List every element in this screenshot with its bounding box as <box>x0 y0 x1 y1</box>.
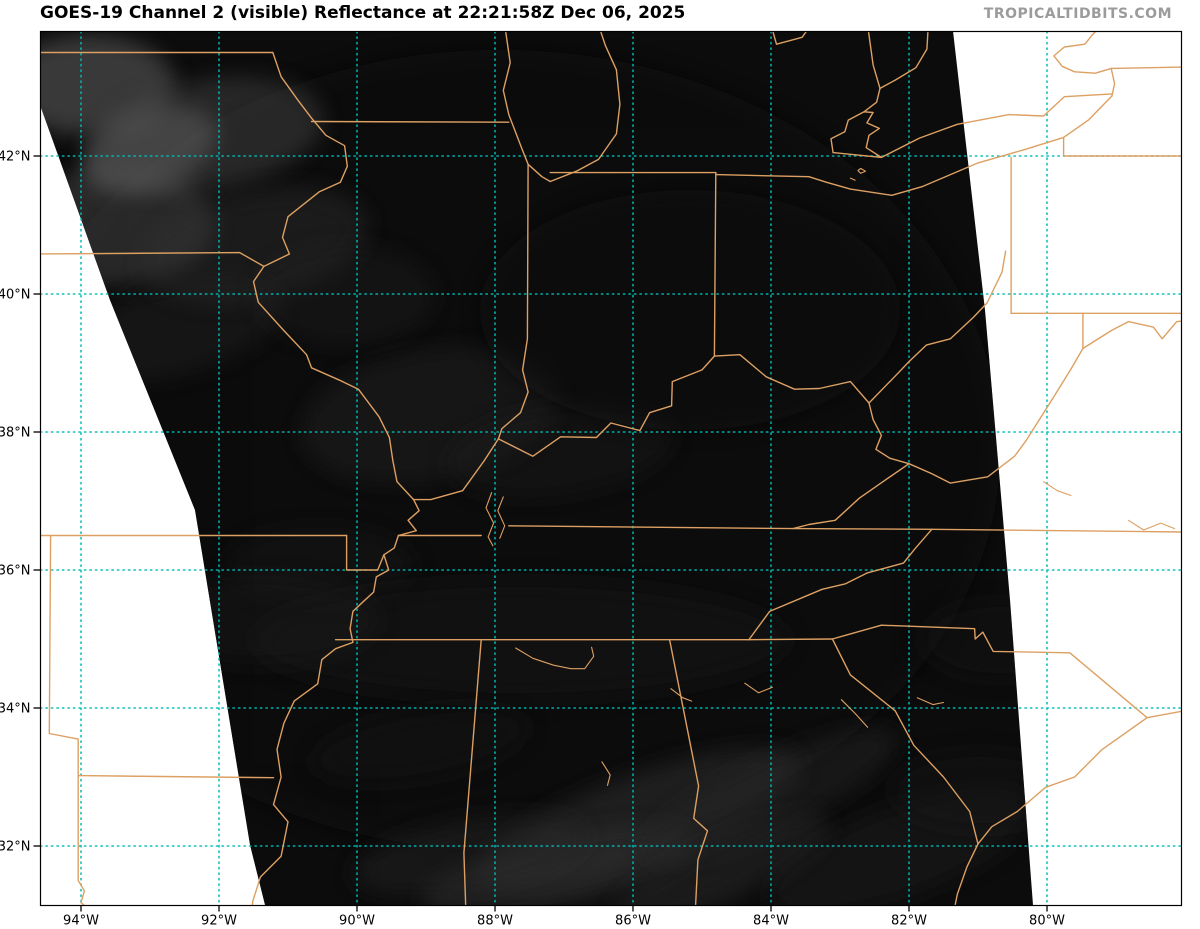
border-new-york-pennsylvania <box>1064 137 1200 156</box>
border-kerr-lake <box>1128 520 1174 530</box>
border-potomac-wv-md <box>1083 313 1193 348</box>
lat-tick-label-38°N: 38°N <box>0 426 31 441</box>
lon-tick-label-90°W: 90°W <box>339 914 375 929</box>
lat-tick-label-32°N: 32°N <box>0 840 31 855</box>
lat-tick-label-34°N: 34°N <box>0 702 31 717</box>
cloud <box>255 245 435 345</box>
lon-tick-label-92°W: 92°W <box>201 914 237 929</box>
lon-tick-label-84°W: 84°W <box>753 914 789 929</box>
goes-satellite-view: GOES-19 Channel 2 (visible) Reflectance … <box>0 0 1200 929</box>
border-niagara-river <box>1111 68 1114 96</box>
border-wisconsin-illinois <box>312 122 509 123</box>
lat-tick-label-40°N: 40°N <box>0 288 31 303</box>
lon-tick-label-82°W: 82°W <box>891 914 927 929</box>
lon-tick-label-94°W: 94°W <box>63 914 99 929</box>
cloud <box>140 575 380 665</box>
cloud <box>480 190 900 430</box>
lat-tick-label-42°N: 42°N <box>0 150 31 165</box>
lat-tick-label-36°N: 36°N <box>0 564 31 579</box>
border-oklahoma-arkansas-texas <box>49 536 78 776</box>
lon-tick-label-88°W: 88°W <box>477 914 513 929</box>
satellite-map: 42°N 40°N 38°N 36°N 34°N 32°N 94°W 92°W 90°W 88°W… <box>0 0 1200 929</box>
lon-tick-label-86°W: 86°W <box>615 914 651 929</box>
border-lake-ontario-south <box>1111 66 1200 68</box>
lon-tick-label-80°W: 80°W <box>1029 914 1065 929</box>
border-lake-ontario-west-loop <box>1054 25 1111 73</box>
border-texas-louisiana-sabine <box>78 776 91 922</box>
cloud <box>920 600 1080 680</box>
